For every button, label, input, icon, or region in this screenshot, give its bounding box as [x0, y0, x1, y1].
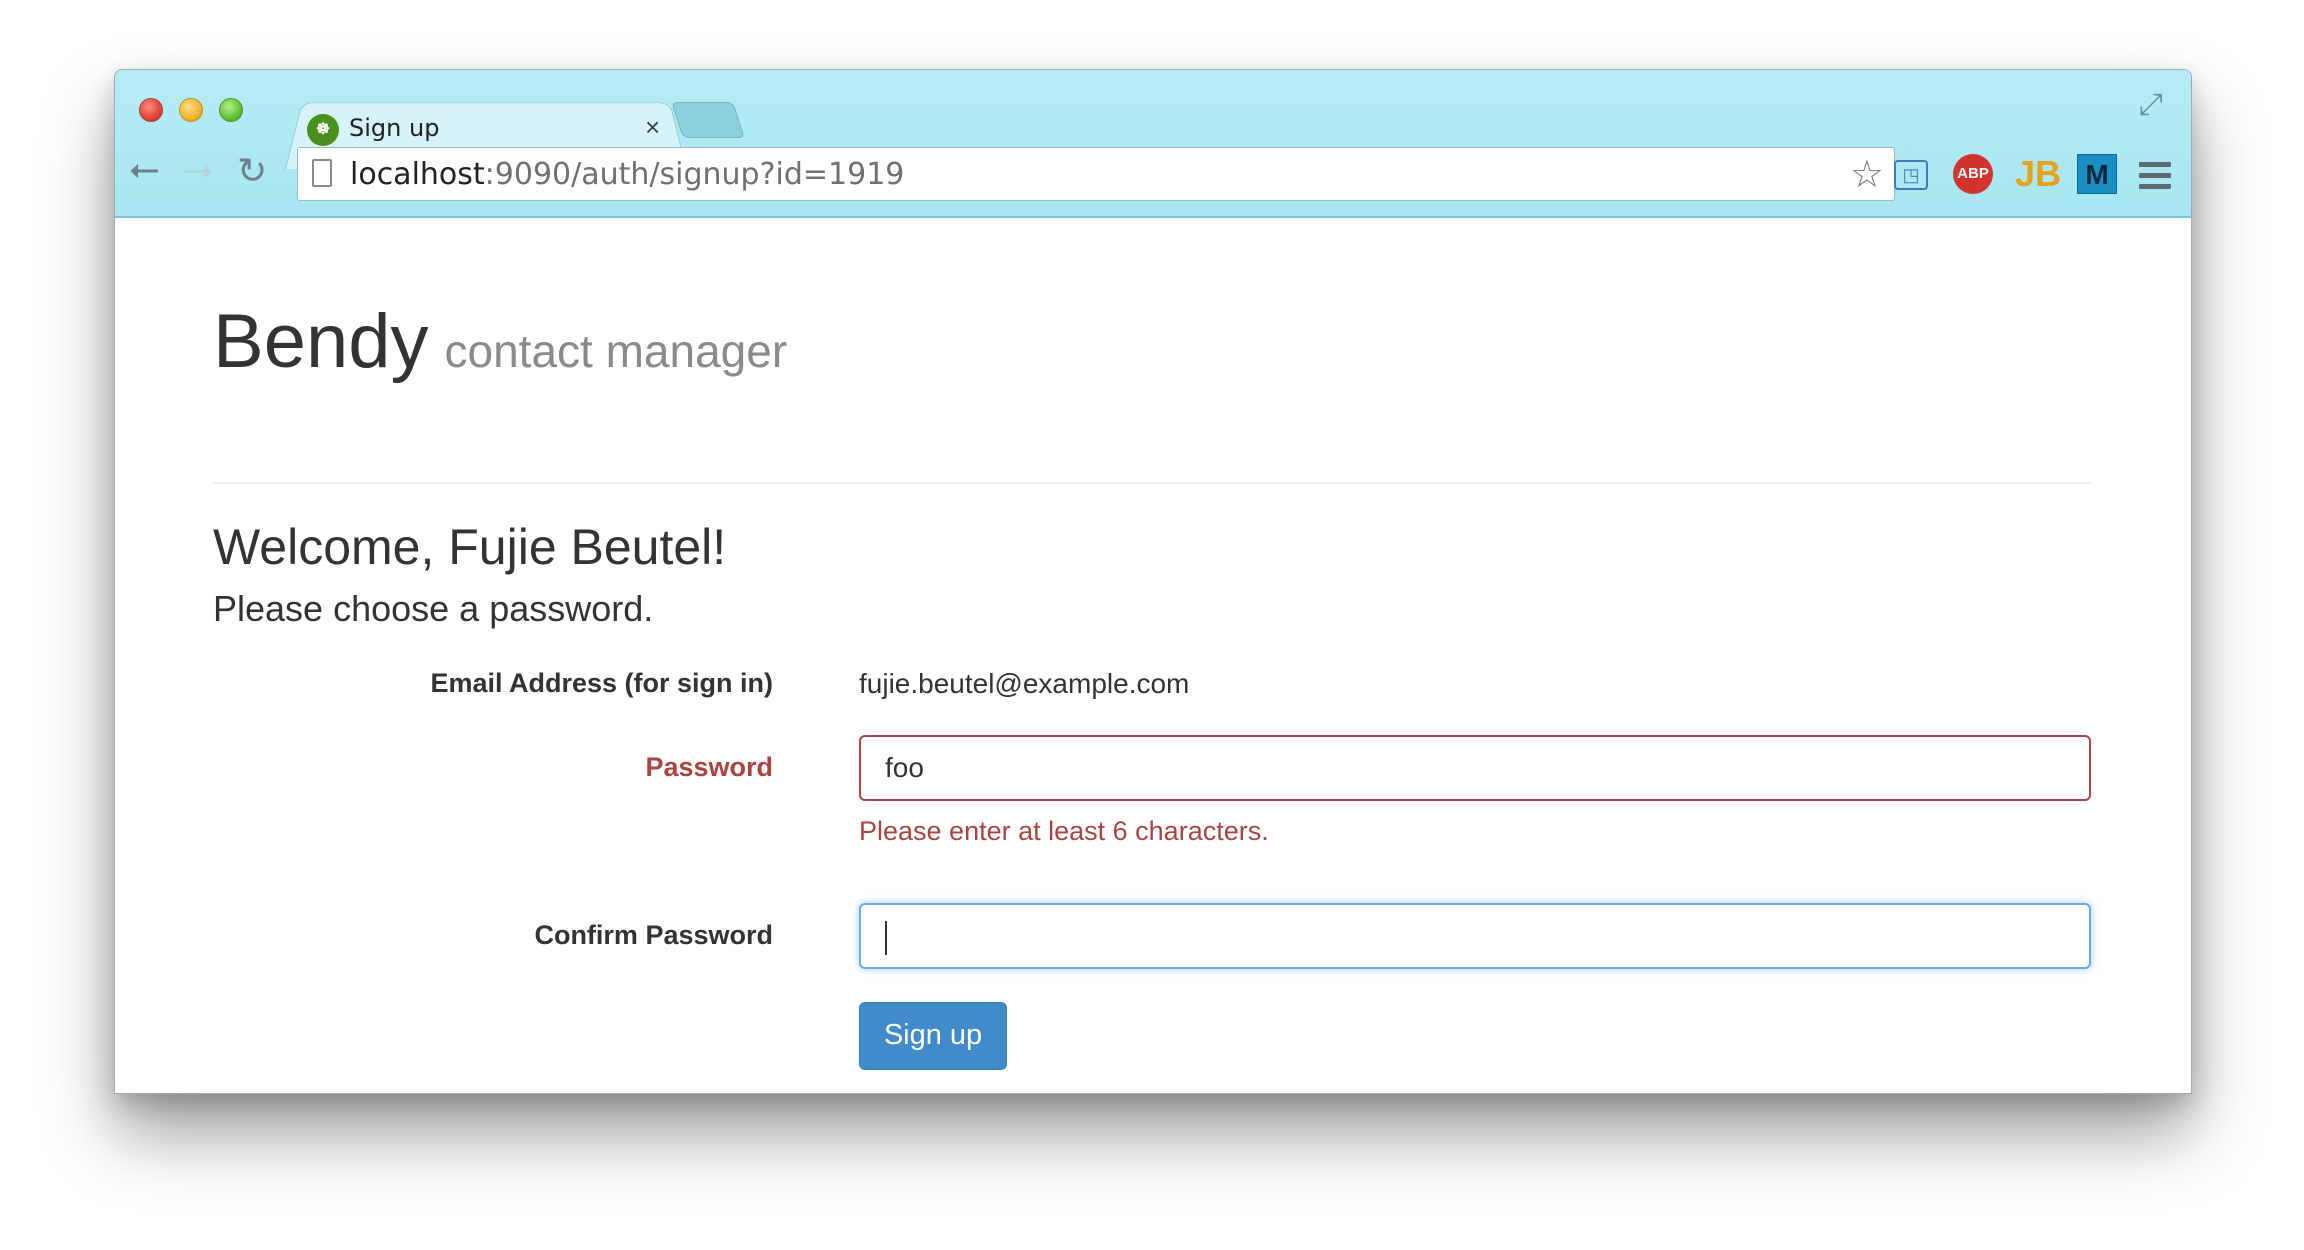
window-maximize-button[interactable] — [219, 98, 243, 122]
brand-tagline: contact manager — [444, 325, 788, 377]
page-icon — [312, 159, 332, 187]
password-input[interactable]: foo — [859, 735, 2091, 801]
welcome-heading: Welcome, Fujie Beutel! — [213, 519, 727, 575]
email-value: fujie.beutel@example.com — [859, 668, 1190, 699]
forward-arrow-icon[interactable]: ⭢ — [183, 148, 213, 191]
browser-toolbar: ☸ Sign up × ⤢ ⭠ ⭢ ↻ localhost:9090/auth/… — [115, 70, 2191, 218]
password-error-message: Please enter at least 6 characters. — [859, 816, 1269, 846]
fullscreen-icon[interactable]: ⤢ — [2139, 88, 2163, 122]
brand-name: Bendy — [213, 299, 429, 384]
sign-up-button[interactable]: Sign up — [859, 1002, 1007, 1070]
password-label: Password — [645, 752, 773, 782]
m-extension-icon[interactable]: M — [2077, 154, 2117, 194]
page-header: Bendy contact manager — [213, 298, 787, 385]
tab-title: Sign up — [349, 114, 440, 142]
confirm-password-input[interactable] — [859, 903, 2091, 969]
new-tab-button[interactable] — [671, 102, 745, 138]
subtitle-heading: Please choose a password. — [213, 588, 654, 629]
bookmark-star-icon[interactable]: ☆ — [1850, 152, 1884, 197]
window-minimize-button[interactable] — [179, 98, 203, 122]
confirm-password-label: Confirm Password — [534, 920, 773, 950]
browser-menu-icon[interactable] — [2139, 162, 2171, 195]
url-host: localhost — [350, 157, 485, 192]
text-caret — [885, 920, 887, 955]
url-path: :9090/auth/signup?id=1919 — [484, 157, 905, 192]
url-text[interactable]: localhost:9090/auth/signup?id=1919 — [350, 157, 904, 192]
window-close-button[interactable] — [139, 98, 163, 122]
back-arrow-icon[interactable]: ⭠ — [129, 148, 159, 191]
browser-window: ☸ Sign up × ⤢ ⭠ ⭢ ↻ localhost:9090/auth/… — [114, 69, 2192, 1094]
adblock-extension-icon[interactable]: ABP — [1953, 154, 1993, 194]
reload-icon[interactable]: ↻ — [237, 150, 267, 192]
header-divider — [213, 482, 2091, 484]
page-content: Bendy contact manager Welcome, Fujie Beut… — [115, 218, 2191, 1093]
favicon-icon: ☸ — [307, 114, 339, 146]
cast-extension-icon[interactable]: ◳ — [1894, 160, 1928, 190]
tab-close-icon[interactable]: × — [645, 112, 660, 143]
jetbrains-extension-icon[interactable]: JB — [2015, 154, 2061, 194]
email-label: Email Address (for sign in) — [430, 668, 773, 698]
address-bar[interactable]: localhost:9090/auth/signup?id=1919 ☆ — [297, 147, 1895, 201]
